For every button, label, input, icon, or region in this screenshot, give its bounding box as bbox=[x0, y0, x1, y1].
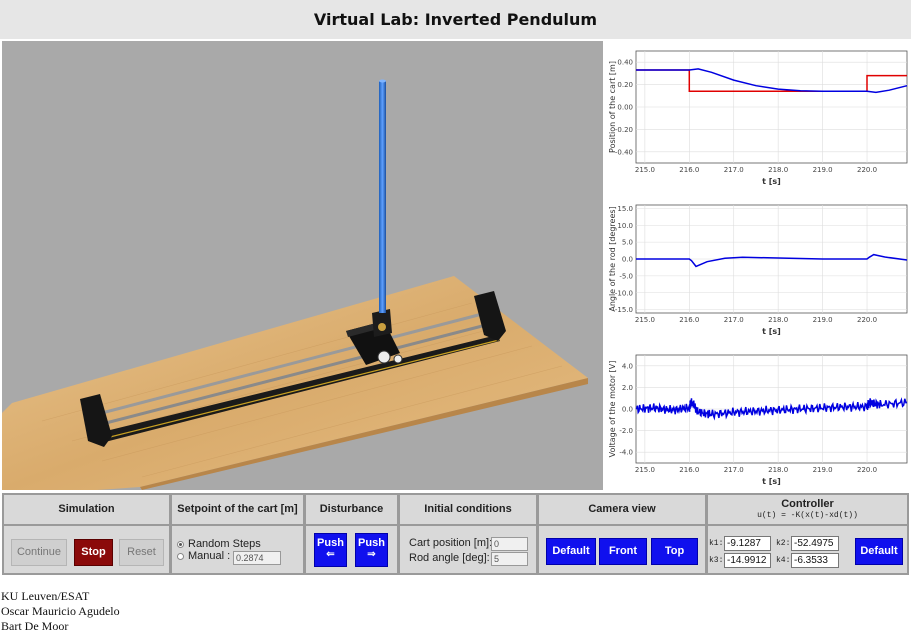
x-tick-label: 219.0 bbox=[813, 166, 833, 174]
disturbance-header: Disturbance bbox=[306, 495, 397, 526]
left-arrow-icon: ⇐ bbox=[326, 549, 335, 560]
controller-default-button[interactable]: Default bbox=[855, 538, 903, 565]
k1-input[interactable]: -9.1287 bbox=[724, 536, 771, 551]
continue-button[interactable]: Continue bbox=[11, 539, 67, 566]
x-tick-label: 220.0 bbox=[857, 166, 877, 174]
page-title: Virtual Lab: Inverted Pendulum bbox=[313, 10, 598, 29]
y-tick-label: -4.0 bbox=[619, 449, 633, 457]
k4-input[interactable]: -6.3533 bbox=[791, 553, 839, 568]
push-right-button[interactable]: Push ⇒ bbox=[355, 533, 388, 567]
x-axis-label: t [s] bbox=[762, 327, 781, 336]
manual-label: Manual : bbox=[188, 550, 231, 562]
k3-input[interactable]: -14.9912 bbox=[724, 553, 771, 568]
y-axis-label: Position of the cart [m] bbox=[608, 61, 617, 153]
initial-conditions-section: Initial conditions Cart position [m]: 0 … bbox=[400, 495, 536, 573]
initial-conditions-header: Initial conditions bbox=[400, 495, 536, 526]
k2-input[interactable]: -52.4975 bbox=[791, 536, 839, 551]
cart-position-label: Cart position [m]: bbox=[409, 537, 493, 549]
x-tick-label: 220.0 bbox=[857, 316, 877, 324]
k1-label: k1: bbox=[709, 539, 724, 548]
y-tick-label: -5.0 bbox=[619, 272, 633, 280]
disturbance-section: Disturbance Push ⇐ Push ⇒ bbox=[306, 495, 397, 573]
y-axis-label: Voltage of the motor [V] bbox=[608, 361, 617, 458]
y-tick-label: 4.0 bbox=[622, 362, 633, 370]
x-axis-label: t [s] bbox=[762, 477, 781, 486]
x-tick-label: 218.0 bbox=[768, 166, 788, 174]
push-right-label: Push bbox=[358, 537, 385, 549]
random-steps-radio[interactable] bbox=[177, 541, 184, 548]
footer-affiliation: KU Leuven/ESAT bbox=[1, 589, 90, 603]
x-tick-label: 215.0 bbox=[635, 316, 655, 324]
cart-position-input[interactable]: 0 bbox=[491, 537, 528, 551]
title-bar: Virtual Lab: Inverted Pendulum bbox=[0, 0, 911, 39]
plot-rod-angle: 215.0 216.0 217.0 218.0 219.0 220.0 15.0 10.0 5.… bbox=[606, 195, 910, 341]
x-tick-label: 216.0 bbox=[679, 466, 699, 474]
footer-author-2: Bart De Moor bbox=[1, 619, 69, 633]
x-tick-label: 216.0 bbox=[679, 166, 699, 174]
y-tick-label: 0.00 bbox=[617, 104, 633, 112]
y-tick-label: -2.0 bbox=[619, 427, 633, 435]
camera-top-button[interactable]: Top bbox=[651, 538, 698, 565]
y-tick-label: 2.0 bbox=[622, 384, 633, 392]
plot-cart-position: 215.0 216.0 217.0 218.0 219.0 220.0 0.40 0.20 0.… bbox=[606, 41, 910, 191]
x-tick-label: 220.0 bbox=[857, 466, 877, 474]
random-steps-label: Random Steps bbox=[188, 538, 261, 550]
camera-front-button[interactable]: Front bbox=[599, 538, 647, 565]
x-tick-label: 217.0 bbox=[724, 166, 744, 174]
manual-radio[interactable] bbox=[177, 553, 184, 560]
pendulum-rod bbox=[379, 79, 386, 313]
k4-label: k4: bbox=[776, 556, 791, 565]
x-tick-label: 217.0 bbox=[724, 466, 744, 474]
simulation-section: Simulation Continue Stop Reset bbox=[4, 495, 169, 573]
y-tick-label: -15.0 bbox=[615, 306, 633, 314]
3d-scene-view[interactable] bbox=[2, 41, 603, 490]
wooden-table bbox=[2, 276, 588, 490]
controller-header: Controller u(t) = -K(x(t)-xd(t)) bbox=[708, 495, 907, 526]
y-tick-label: 0.40 bbox=[617, 59, 633, 67]
x-tick-label: 219.0 bbox=[813, 466, 833, 474]
camera-view-section: Camera view Default Front Top bbox=[539, 495, 705, 573]
push-left-button[interactable]: Push ⇐ bbox=[314, 533, 347, 567]
x-tick-label: 215.0 bbox=[635, 166, 655, 174]
y-axis-label: Angle of the rod [degrees] bbox=[608, 206, 617, 311]
control-panel: Simulation Continue Stop Reset Setpoint … bbox=[2, 493, 909, 575]
right-arrow-icon: ⇒ bbox=[367, 549, 376, 560]
x-tick-label: 219.0 bbox=[813, 316, 833, 324]
x-tick-label: 218.0 bbox=[768, 316, 788, 324]
x-tick-label: 216.0 bbox=[679, 316, 699, 324]
x-axis-label: t [s] bbox=[762, 177, 781, 186]
y-tick-label: 5.0 bbox=[622, 239, 633, 247]
k3-label: k3: bbox=[709, 556, 724, 565]
controller-section: Controller u(t) = -K(x(t)-xd(t)) k1: -9.… bbox=[708, 495, 907, 573]
stop-button[interactable]: Stop bbox=[74, 539, 113, 566]
camera-view-header: Camera view bbox=[539, 495, 705, 526]
plot-motor-voltage: 215.0 216.0 217.0 218.0 219.0 220.0 4.0 2.0 0.0 -… bbox=[606, 345, 910, 491]
push-left-label: Push bbox=[317, 537, 344, 549]
y-tick-label: 15.0 bbox=[617, 205, 633, 213]
controller-title: Controller bbox=[781, 498, 834, 510]
camera-default-button[interactable]: Default bbox=[546, 538, 596, 565]
x-tick-label: 218.0 bbox=[768, 466, 788, 474]
y-tick-label: 10.0 bbox=[617, 222, 633, 230]
rod-angle-input[interactable]: 5 bbox=[491, 552, 528, 566]
y-tick-label: 0.0 bbox=[622, 406, 633, 414]
y-tick-label: -0.40 bbox=[615, 148, 633, 156]
x-tick-label: 215.0 bbox=[635, 466, 655, 474]
y-tick-label: -0.20 bbox=[615, 126, 633, 134]
controller-formula: u(t) = -K(x(t)-xd(t)) bbox=[757, 511, 858, 520]
setpoint-section: Setpoint of the cart [m] Random Steps Ma… bbox=[172, 495, 303, 573]
k2-label: k2: bbox=[776, 539, 791, 548]
footer: KU Leuven/ESAT Oscar Mauricio Agudelo Ba… bbox=[1, 589, 120, 634]
y-tick-label: 0.20 bbox=[617, 81, 633, 89]
y-tick-label: 0.0 bbox=[622, 256, 633, 264]
x-tick-label: 217.0 bbox=[724, 316, 744, 324]
footer-author-1: Oscar Mauricio Agudelo bbox=[1, 604, 120, 618]
setpoint-header: Setpoint of the cart [m] bbox=[172, 495, 303, 526]
manual-setpoint-input[interactable]: 0.2874 bbox=[233, 551, 281, 565]
rod-angle-label: Rod angle [deg]: bbox=[409, 552, 490, 564]
y-tick-label: -10.0 bbox=[615, 289, 633, 297]
simulation-header: Simulation bbox=[4, 495, 169, 526]
reset-button[interactable]: Reset bbox=[119, 539, 164, 566]
